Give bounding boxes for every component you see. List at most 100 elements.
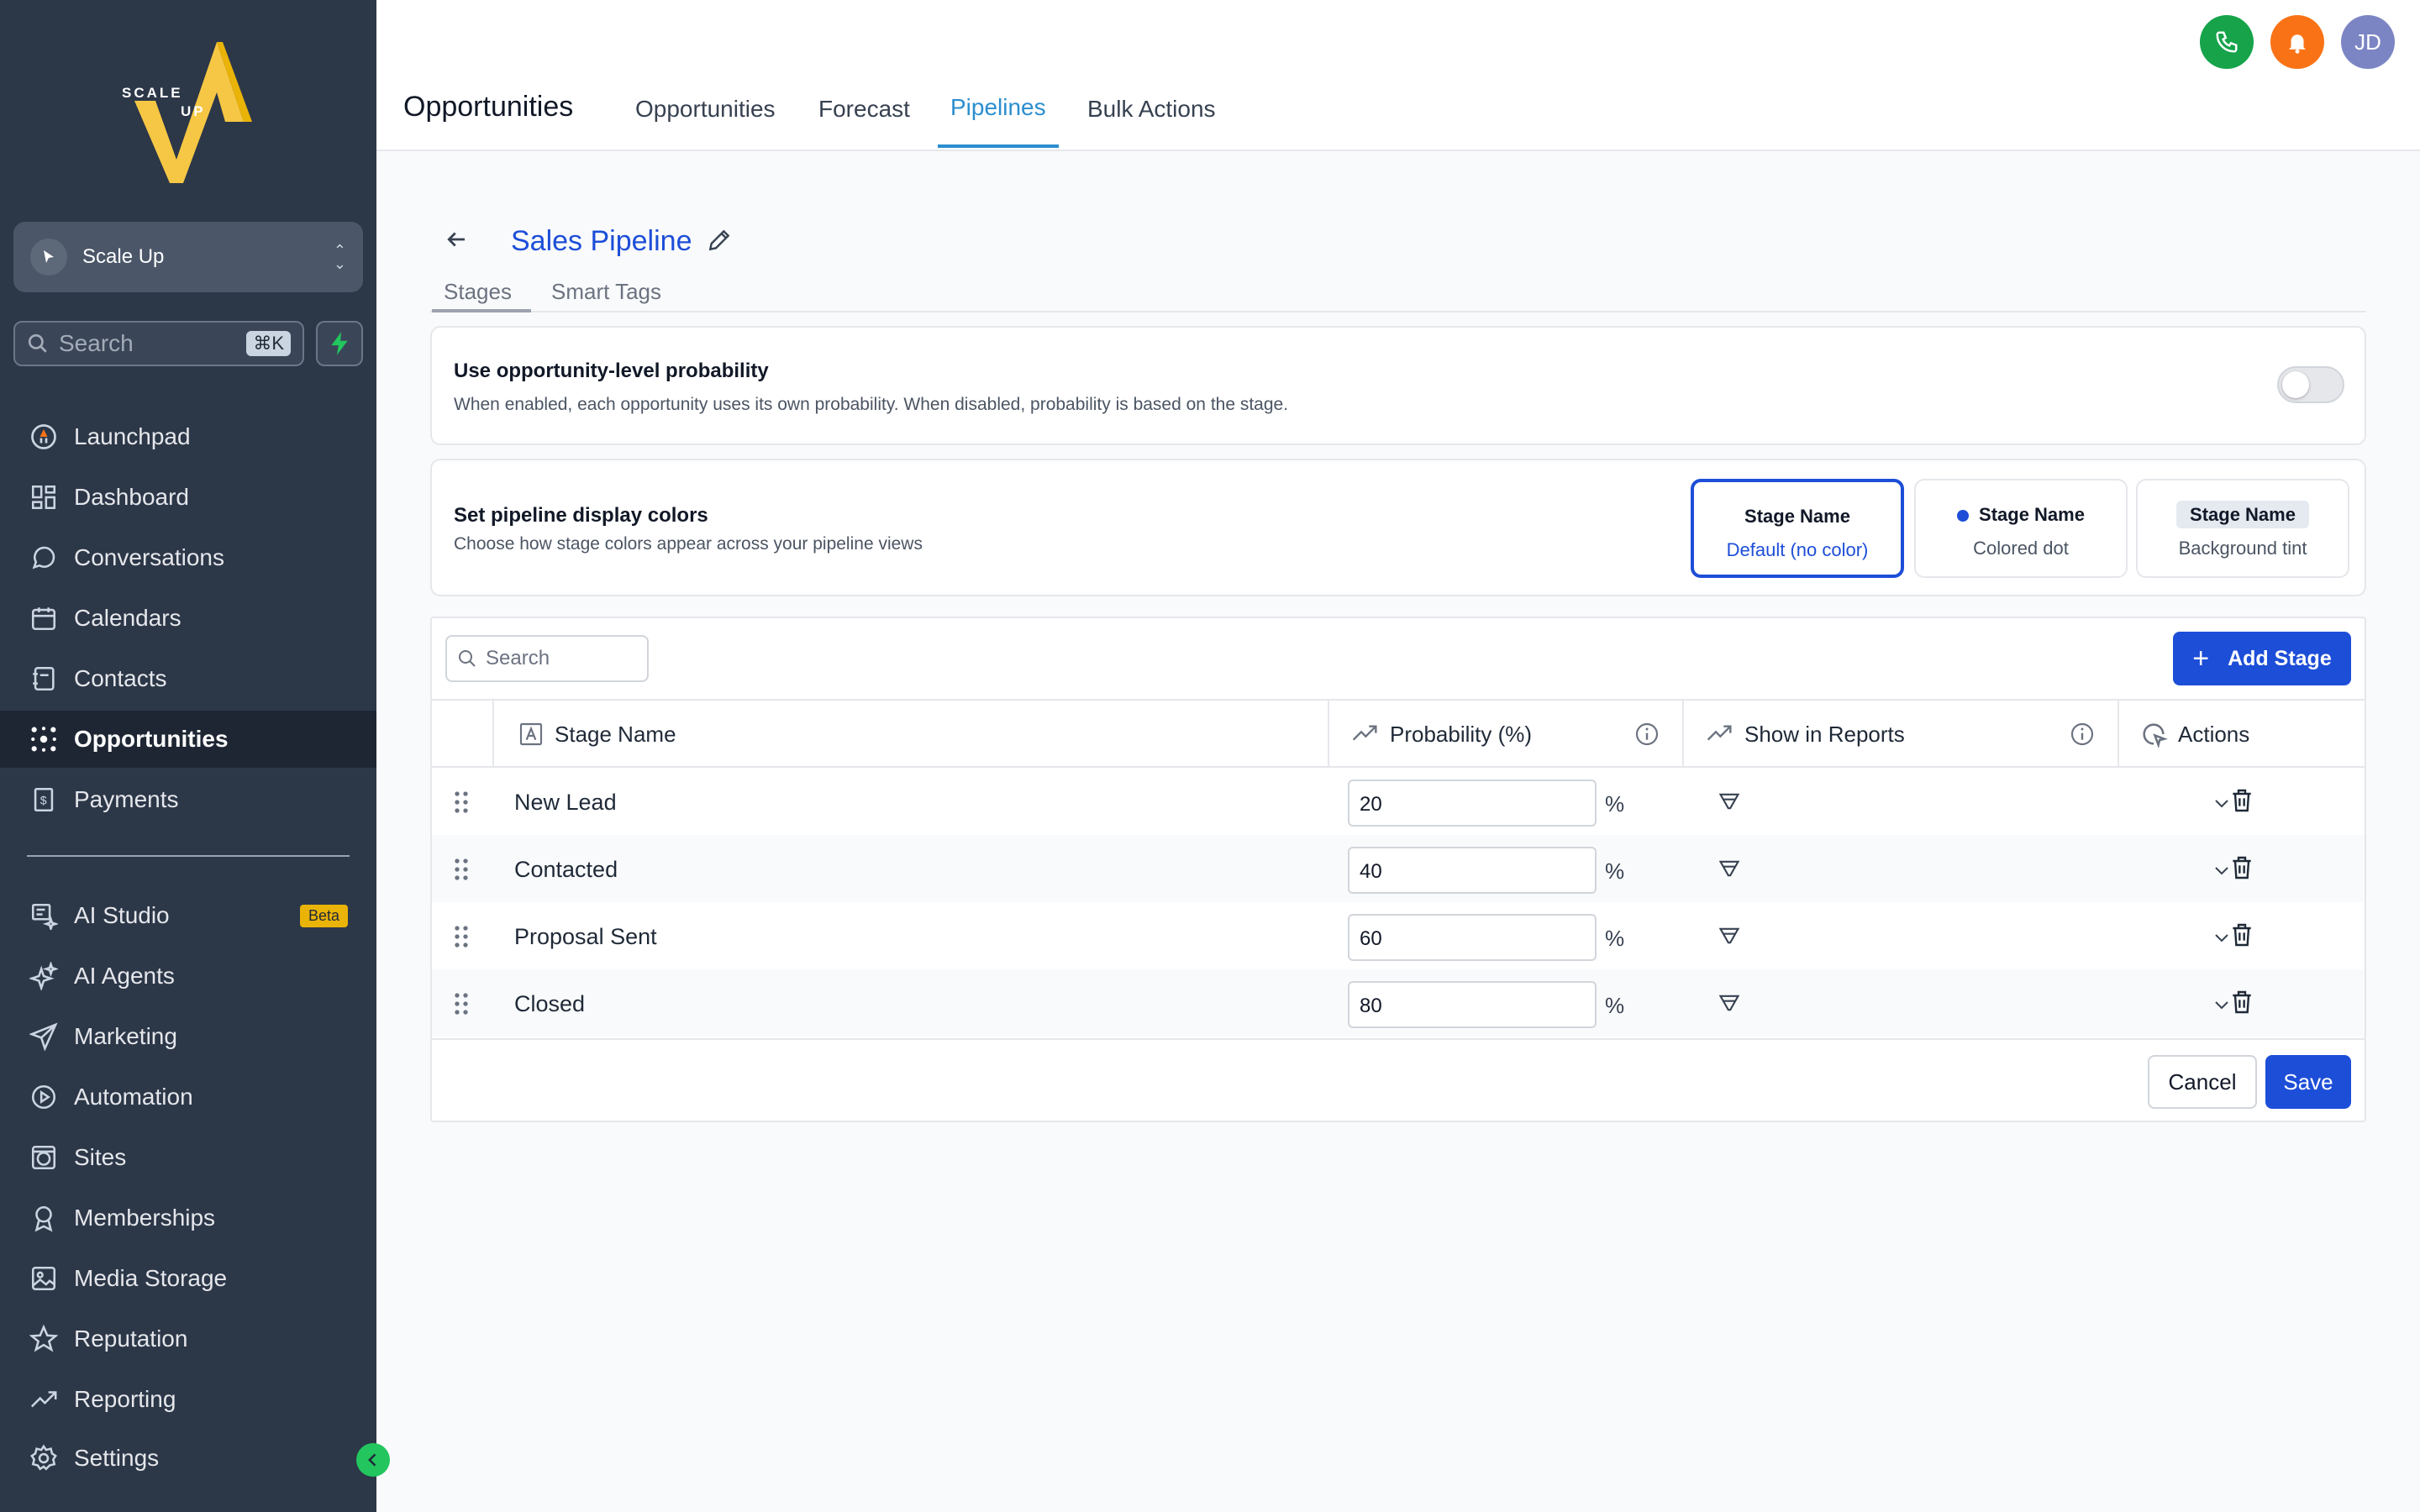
calendar-icon [27, 601, 60, 635]
collapse-sidebar-button[interactable] [356, 1443, 390, 1477]
color-option-title: Stage Name [2176, 501, 2309, 528]
stages-search-input[interactable]: Search [445, 635, 649, 682]
sidebar-item-opportunities[interactable]: Opportunities [0, 711, 376, 768]
probability-input[interactable]: 60 [1348, 914, 1597, 961]
probability-input[interactable]: 80 [1348, 981, 1597, 1028]
pointer-click-icon [2139, 720, 2168, 748]
column-label: Actions [2178, 721, 2250, 747]
trash-icon[interactable] [2228, 988, 2255, 1016]
subtab-smart-tags[interactable]: Smart Tags [551, 279, 661, 305]
sidebar-item-payments[interactable]: $ Payments [0, 771, 376, 828]
search-shortcut: ⌘K [246, 331, 291, 356]
color-option-default[interactable]: Stage Name Default (no color) [1691, 479, 1904, 578]
sidebar-item-ai-agents[interactable]: AI Agents [0, 948, 376, 1005]
chat-icon [27, 541, 60, 575]
account-switcher[interactable]: Scale Up ⌃ ⌄ [13, 222, 363, 292]
column-separator [2118, 701, 2119, 768]
bell-icon [2289, 34, 2306, 54]
sidebar-item-label: Reputation [74, 1326, 188, 1352]
cancel-button[interactable]: Cancel [2148, 1055, 2257, 1109]
sidebar-item-label: Media Storage [74, 1265, 228, 1291]
column-stage-name[interactable]: Stage Name [518, 701, 676, 768]
phone-button[interactable] [2200, 15, 2254, 69]
column-label: Show in Reports [1744, 721, 1905, 747]
probability-setting-card: Use opportunity-level probability When e… [430, 326, 2366, 445]
column-probability[interactable]: Probability (%) [1349, 701, 1532, 768]
info-icon[interactable] [2069, 721, 2096, 748]
sidebar-item-label: Launchpad [74, 423, 191, 449]
percent-symbol: % [1605, 926, 1625, 951]
sidebar-item-label: AI Agents [74, 963, 175, 989]
sidebar-item-calendars[interactable]: Calendars [0, 590, 376, 647]
sidebar-item-label: Dashboard [74, 484, 189, 510]
active-tab-indicator [938, 144, 1059, 148]
plus-icon: + [2192, 642, 2210, 675]
trend-icon [1349, 721, 1380, 748]
notifications-button[interactable] [2270, 15, 2324, 69]
sidebar-item-sites[interactable]: Sites [0, 1129, 376, 1186]
probability-setting-title: Use opportunity-level probability [454, 360, 769, 382]
probability-setting-description: When enabled, each opportunity uses its … [454, 395, 1289, 414]
table-footer: Cancel Save [432, 1055, 2365, 1109]
quick-action-button[interactable] [316, 321, 363, 366]
image-icon [27, 1262, 60, 1295]
sidebar-item-media-storage[interactable]: Media Storage [0, 1250, 376, 1307]
funnel-icon[interactable] [1718, 790, 1741, 813]
sidebar-item-ai-studio[interactable]: AI Studio Beta [0, 887, 376, 944]
sidebar-search-placeholder: Search [59, 330, 134, 356]
drag-handle-icon[interactable] [452, 924, 471, 949]
sidebar: SCALE UP Scale Up ⌃ ⌄ Search ⌘K Launchpad… [0, 0, 390, 1512]
add-stage-button[interactable]: + Add Stage [2173, 632, 2351, 685]
sidebar-search[interactable]: Search ⌘K [13, 321, 304, 366]
probability-input[interactable]: 40 [1348, 847, 1597, 894]
gear-icon [27, 1441, 60, 1475]
active-subtab-indicator [432, 309, 531, 312]
funnel-icon[interactable] [1718, 857, 1741, 880]
sidebar-item-launchpad[interactable]: Launchpad [0, 408, 376, 465]
tab-bulk-actions[interactable]: Bulk Actions [1087, 96, 1216, 123]
tab-opportunities[interactable]: Opportunities [635, 96, 776, 123]
bolt-icon [331, 332, 348, 355]
color-option-colored-dot[interactable]: Stage Name Colored dot [1914, 479, 2128, 578]
sidebar-item-automation[interactable]: Automation [0, 1068, 376, 1126]
back-arrow-icon[interactable] [444, 227, 469, 252]
sidebar-item-contacts[interactable]: Contacts [0, 650, 376, 707]
sidebar-item-marketing[interactable]: Marketing [0, 1008, 376, 1065]
sidebar-item-conversations[interactable]: Conversations [0, 529, 376, 586]
drag-handle-icon[interactable] [452, 857, 471, 882]
color-option-background-tint[interactable]: Stage Name Background tint [2136, 479, 2349, 578]
subtab-stages[interactable]: Stages [444, 279, 512, 305]
probability-toggle[interactable] [2277, 366, 2344, 403]
stage-name: Contacted [514, 857, 618, 882]
trash-icon[interactable] [2228, 853, 2255, 882]
sidebar-item-label: Automation [74, 1084, 193, 1110]
save-button[interactable]: Save [2265, 1055, 2351, 1109]
sidebar-item-label: Reporting [74, 1386, 176, 1412]
search-icon [28, 333, 47, 353]
automation-icon [27, 1080, 60, 1114]
sidebar-item-reporting[interactable]: Reporting [0, 1371, 376, 1428]
edit-pencil-icon[interactable] [706, 227, 733, 254]
account-cursor-icon [30, 239, 67, 276]
tab-pipelines[interactable]: Pipelines [950, 94, 1046, 121]
color-option-title: Stage Name [1744, 506, 1850, 527]
column-separator [1328, 701, 1329, 768]
drag-handle-icon[interactable] [452, 790, 471, 815]
funnel-icon[interactable] [1718, 924, 1741, 948]
drag-handle-icon[interactable] [452, 991, 471, 1016]
user-avatar[interactable]: JD [2341, 15, 2395, 69]
sidebar-item-memberships[interactable]: Memberships [0, 1189, 376, 1247]
funnel-icon[interactable] [1718, 991, 1741, 1015]
sidebar-item-reputation[interactable]: Reputation [0, 1310, 376, 1368]
info-icon[interactable] [1634, 721, 1660, 748]
column-show-in-reports[interactable]: Show in Reports [1704, 701, 1905, 768]
trash-icon[interactable] [2228, 921, 2255, 949]
sidebar-item-settings[interactable]: Settings [0, 1430, 376, 1487]
sidebar-item-dashboard[interactable]: Dashboard [0, 469, 376, 526]
stages-table-card: Search + Add Stage Stage Name Probabilit… [430, 617, 2366, 1122]
tab-forecast[interactable]: Forecast [818, 96, 910, 123]
probability-input[interactable]: 20 [1348, 780, 1597, 827]
sidebar-divider [27, 855, 350, 857]
trash-icon[interactable] [2228, 786, 2255, 815]
svg-text:$: $ [40, 795, 47, 808]
